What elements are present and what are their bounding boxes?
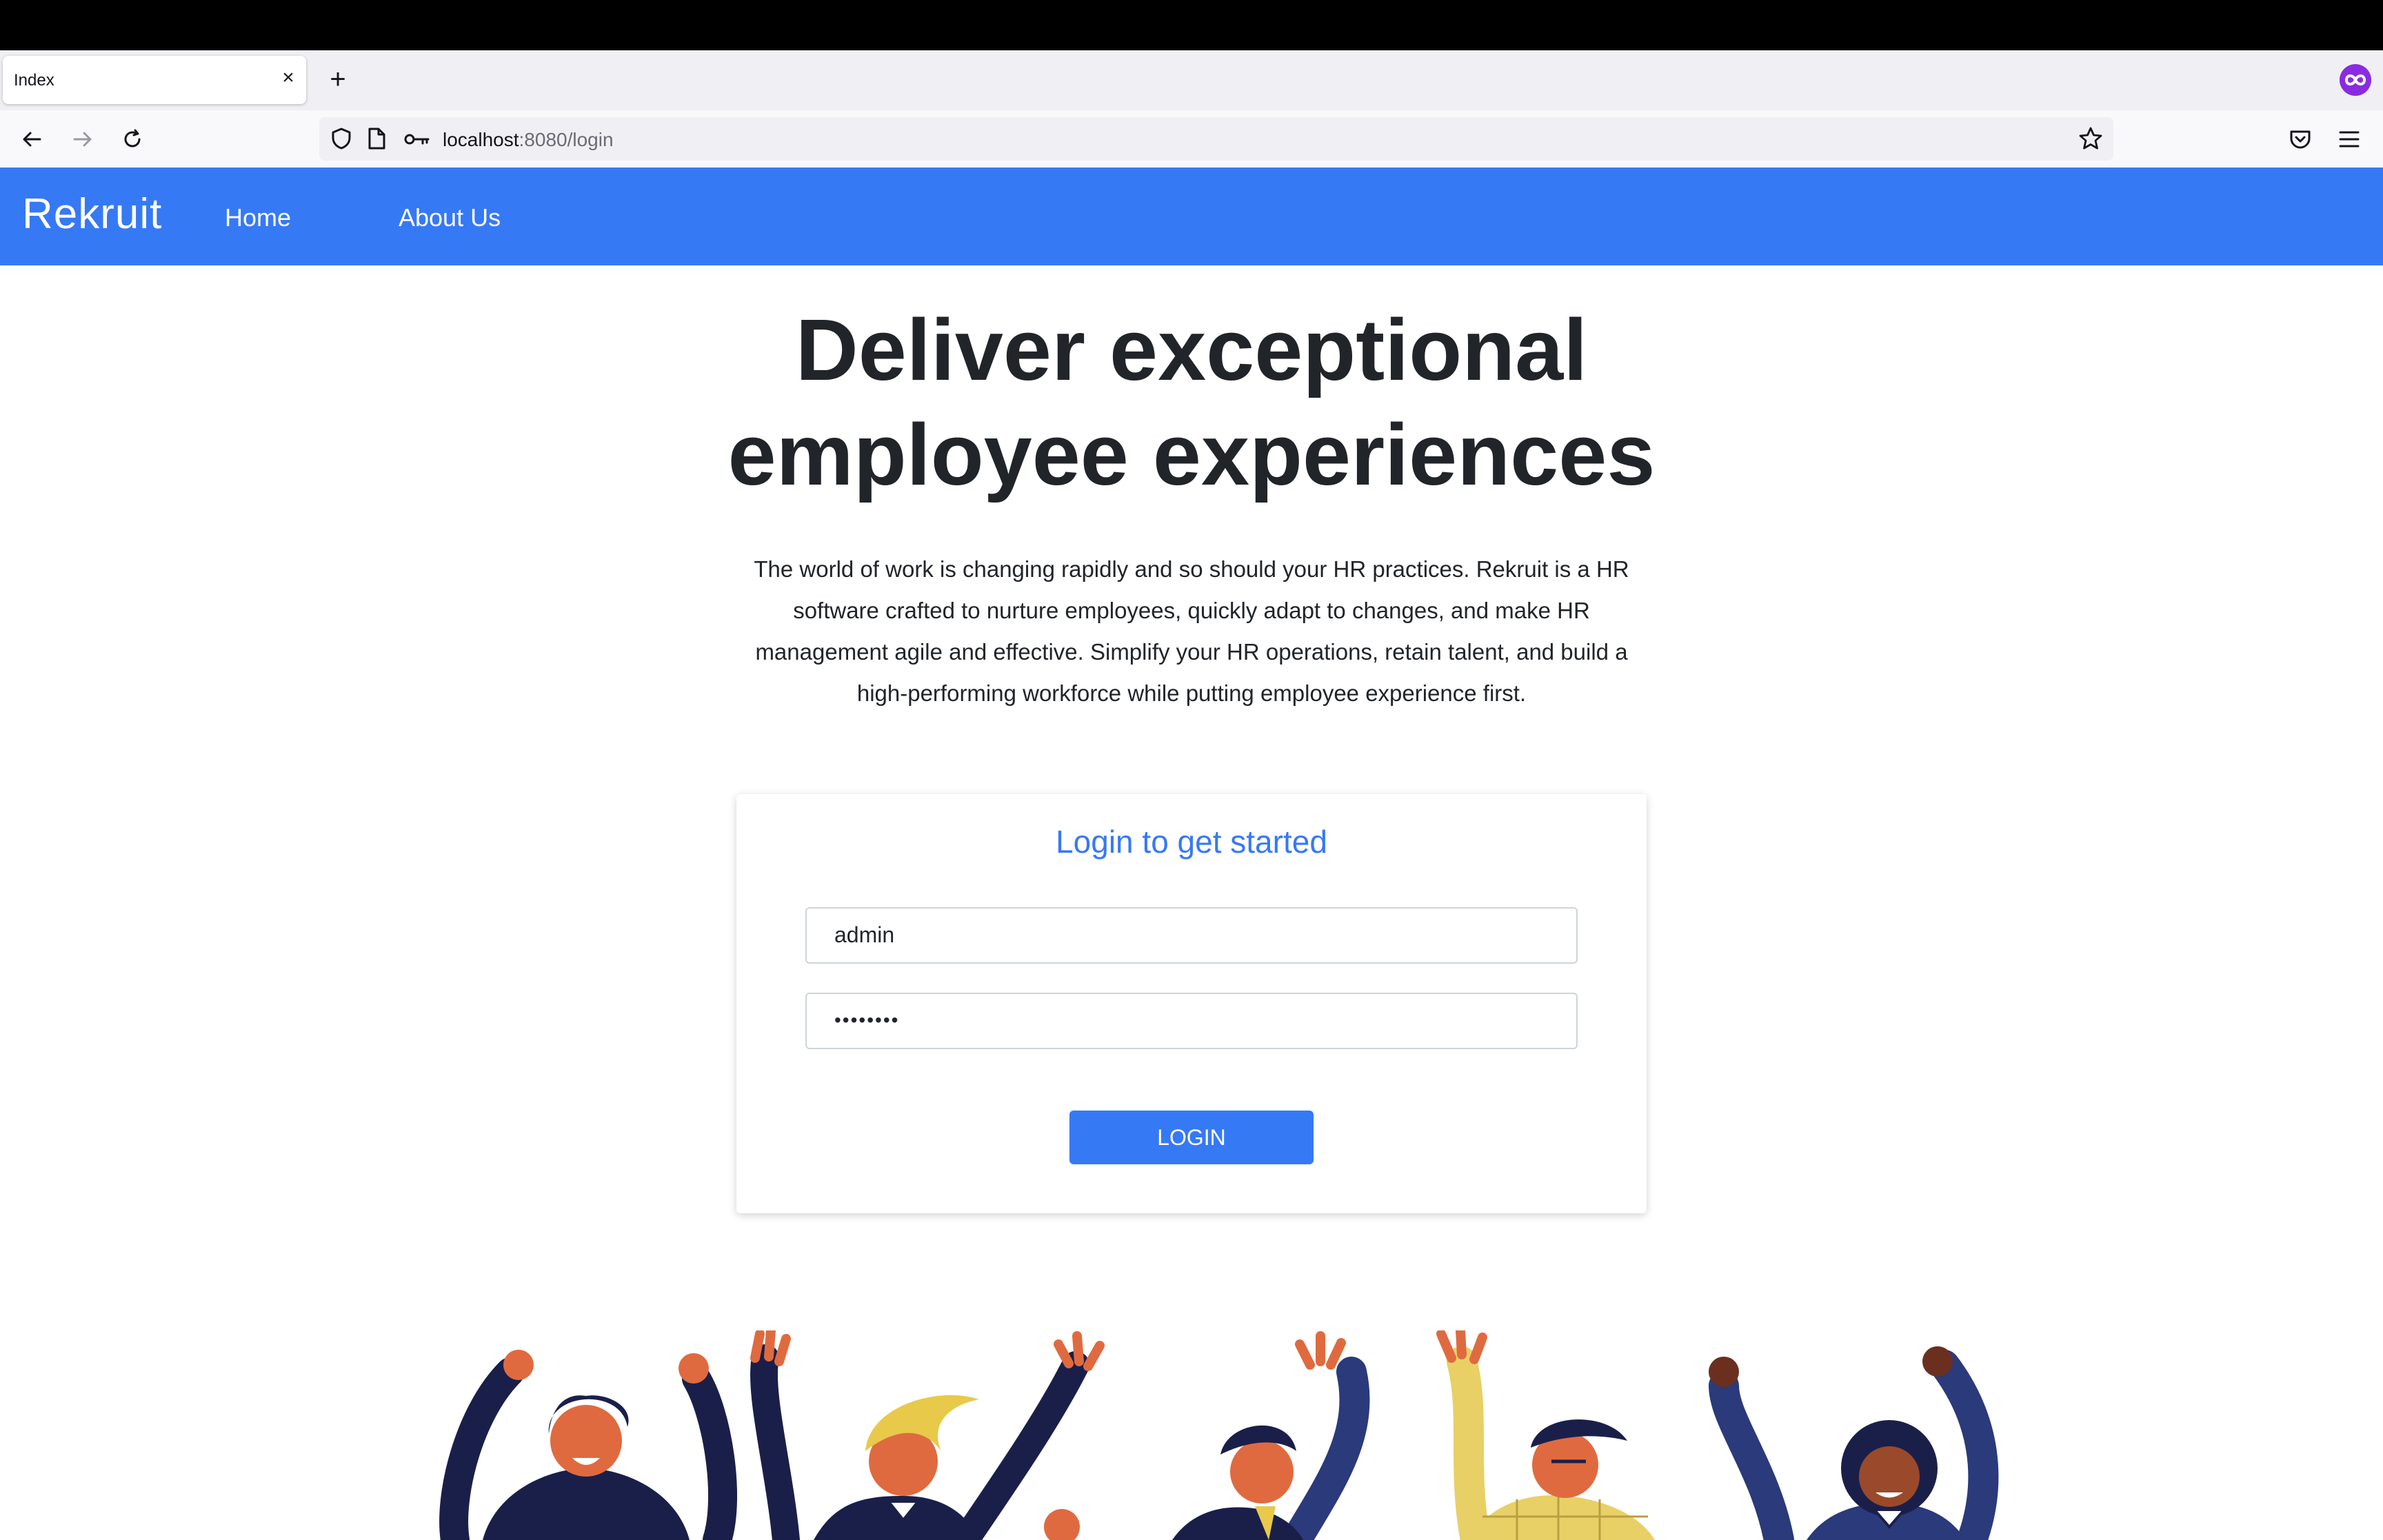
extension-icon[interactable] [2340, 64, 2371, 96]
new-tab-button[interactable]: + [323, 65, 353, 96]
menu-icon[interactable] [2337, 128, 2361, 154]
bookmark-star-icon[interactable] [2078, 125, 2104, 155]
os-menu-bar [0, 0, 2383, 50]
pocket-icon[interactable] [2288, 127, 2313, 155]
person-illustration [439, 1350, 737, 1540]
browser-tab[interactable]: Index × [3, 56, 306, 104]
nav-link-home[interactable]: Home [225, 203, 291, 232]
password-value: •••••••• [834, 1009, 900, 1031]
reload-icon[interactable] [116, 123, 149, 156]
page-icon [366, 127, 387, 154]
key-icon[interactable] [403, 130, 431, 152]
url-text[interactable]: localhost:8080/login [443, 129, 614, 151]
password-input[interactable]: •••••••• [805, 993, 1578, 1049]
address-bar[interactable]: localhost:8080/login [319, 117, 2113, 161]
login-card-title: Login to get started [1056, 824, 1327, 860]
close-icon[interactable]: × [276, 65, 301, 90]
person-illustration [750, 1330, 1105, 1540]
hero-description: The world of work is changing rapidly an… [754, 556, 1629, 706]
login-button[interactable]: LOGIN [1069, 1111, 1314, 1164]
hero-title-line-1: Deliver exceptional [795, 301, 1588, 398]
cheering-people-illustration [439, 1330, 1999, 1540]
person-illustration [1709, 1346, 1999, 1540]
nav-link-about-us[interactable]: About Us [399, 203, 501, 232]
url-host: localhost [443, 129, 519, 150]
username-input[interactable]: admin [805, 907, 1578, 964]
back-icon[interactable] [15, 123, 48, 156]
username-value: admin [834, 922, 895, 947]
brand-logo[interactable]: Rekruit [22, 190, 162, 239]
browser-toolbar: localhost:8080/login [0, 110, 2383, 168]
browser-tab-strip: Index × + [0, 50, 2383, 110]
url-path: :8080/login [519, 129, 614, 150]
hero-title: Deliver exceptional employee experiences [0, 298, 2383, 507]
person-illustration [1436, 1330, 1655, 1540]
shield-icon[interactable] [330, 127, 353, 154]
tab-title: Index [14, 71, 54, 90]
login-card: Login to get started admin •••••••• LOGI… [736, 794, 1647, 1213]
forward-icon[interactable] [66, 123, 99, 156]
hero-title-line-2: employee experiences [727, 406, 1656, 503]
site-navbar: Rekruit Home About Us [0, 168, 2383, 265]
